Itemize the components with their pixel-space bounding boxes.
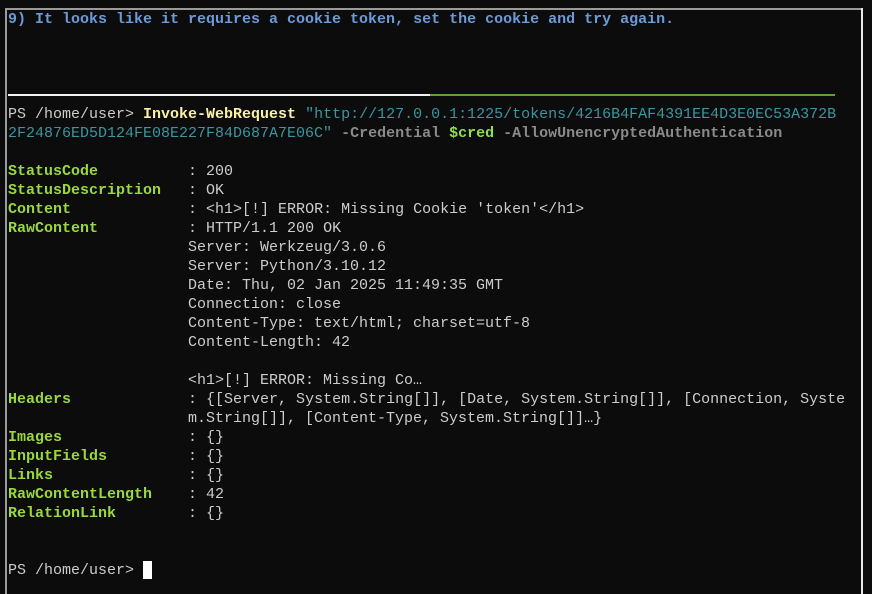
output-separator: : [179, 448, 207, 465]
text-cursor[interactable] [143, 561, 153, 579]
raw-content-line: Content-Length: 42 [188, 334, 351, 351]
raw-content-line: Content-Type: text/html; charset=utf-8 [188, 315, 531, 332]
input-line[interactable]: PS /home/user> [8, 561, 153, 580]
output-key: RawContentLength [8, 486, 180, 503]
output-row: RelationLink : {} [8, 504, 224, 523]
output-key: StatusCode [8, 163, 180, 180]
output-value: 200 [206, 163, 234, 180]
output-value: {} [206, 448, 225, 465]
output-value: 42 [206, 486, 225, 503]
output-separator: : [179, 391, 207, 408]
raw-content-line: <h1>[!] ERROR: Missing Co… [188, 372, 423, 389]
raw-content-line: Server: Python/3.10.12 [188, 258, 387, 275]
raw-content-line: Connection: close [188, 296, 342, 313]
output-separator: : [179, 486, 207, 503]
command-line-1: PS /home/user> Invoke-WebRequest "http:/… [8, 105, 836, 124]
output-separator: : [179, 220, 207, 237]
instruction-text: 9) It looks like it requires a cookie to… [8, 11, 675, 28]
output-row: Links : {} [8, 466, 224, 485]
output-row: RawContent : HTTP/1.1 200 OK [8, 219, 341, 238]
output-row: InputFields : {} [8, 447, 224, 466]
terminal-frame-right [861, 8, 863, 594]
final-prompt: PS /home/user> [8, 562, 144, 579]
output-key: Images [8, 429, 180, 446]
output-key: RelationLink [8, 505, 180, 522]
output-key: Headers [8, 391, 180, 408]
output-value: HTTP/1.1 200 OK [206, 220, 342, 237]
output-key: Content [8, 201, 180, 218]
output-separator: : [179, 182, 207, 199]
output-value: OK [206, 182, 225, 199]
output-row-headers: Headers : {[Server, System.String[]], [D… [8, 390, 845, 409]
output-value: {[Server, System.String[]], [Date, Syste… [206, 391, 846, 408]
output-row: StatusCode : 200 [8, 162, 233, 181]
auth-param: -AllowUnencryptedAuthentication [503, 125, 783, 142]
output-row: RawContentLength : 42 [8, 485, 224, 504]
output-separator: : [179, 505, 207, 522]
headers-continuation: m.String[]], [Content-Type, System.Strin… [188, 410, 603, 427]
output-separator: : [179, 429, 207, 446]
output-row: Content : <h1>[!] ERROR: Missing Cookie … [8, 200, 584, 219]
output-separator: : [179, 467, 207, 484]
output-key: StatusDescription [8, 182, 180, 199]
output-value: {} [206, 467, 225, 484]
output-separator: : [179, 201, 207, 218]
terminal-frame-left [5, 8, 7, 594]
raw-content-line: Date: Thu, 02 Jan 2025 11:49:35 GMT [188, 277, 504, 294]
raw-content-line: Server: Werkzeug/3.0.6 [188, 239, 387, 256]
credential-var: $cred [449, 125, 495, 142]
output-value: <h1>[!] ERROR: Missing Cookie 'token'</h… [206, 201, 585, 218]
output-value: {} [206, 505, 225, 522]
output-separator: : [179, 163, 207, 180]
command-line-2: 2F24876ED5D124FE08E227F84D687A7E06C" -Cr… [8, 124, 782, 143]
url-string-part2: 2F24876ED5D124FE08E227F84D687A7E06C" [8, 125, 333, 142]
cmdlet: Invoke-WebRequest [143, 106, 297, 123]
divider-green [430, 94, 835, 96]
divider-white [8, 94, 430, 96]
output-key: Links [8, 467, 180, 484]
credential-param: -Credential [341, 125, 441, 142]
output-key: RawContent [8, 220, 180, 237]
url-string-part1: "http://127.0.0.1:1225/tokens/4216B4FAF4… [305, 106, 837, 123]
output-key: InputFields [8, 448, 180, 465]
output-row: Images : {} [8, 428, 224, 447]
output-value: {} [206, 429, 225, 446]
prompt: PS /home/user> [8, 106, 144, 123]
output-row: StatusDescription : OK [8, 181, 224, 200]
